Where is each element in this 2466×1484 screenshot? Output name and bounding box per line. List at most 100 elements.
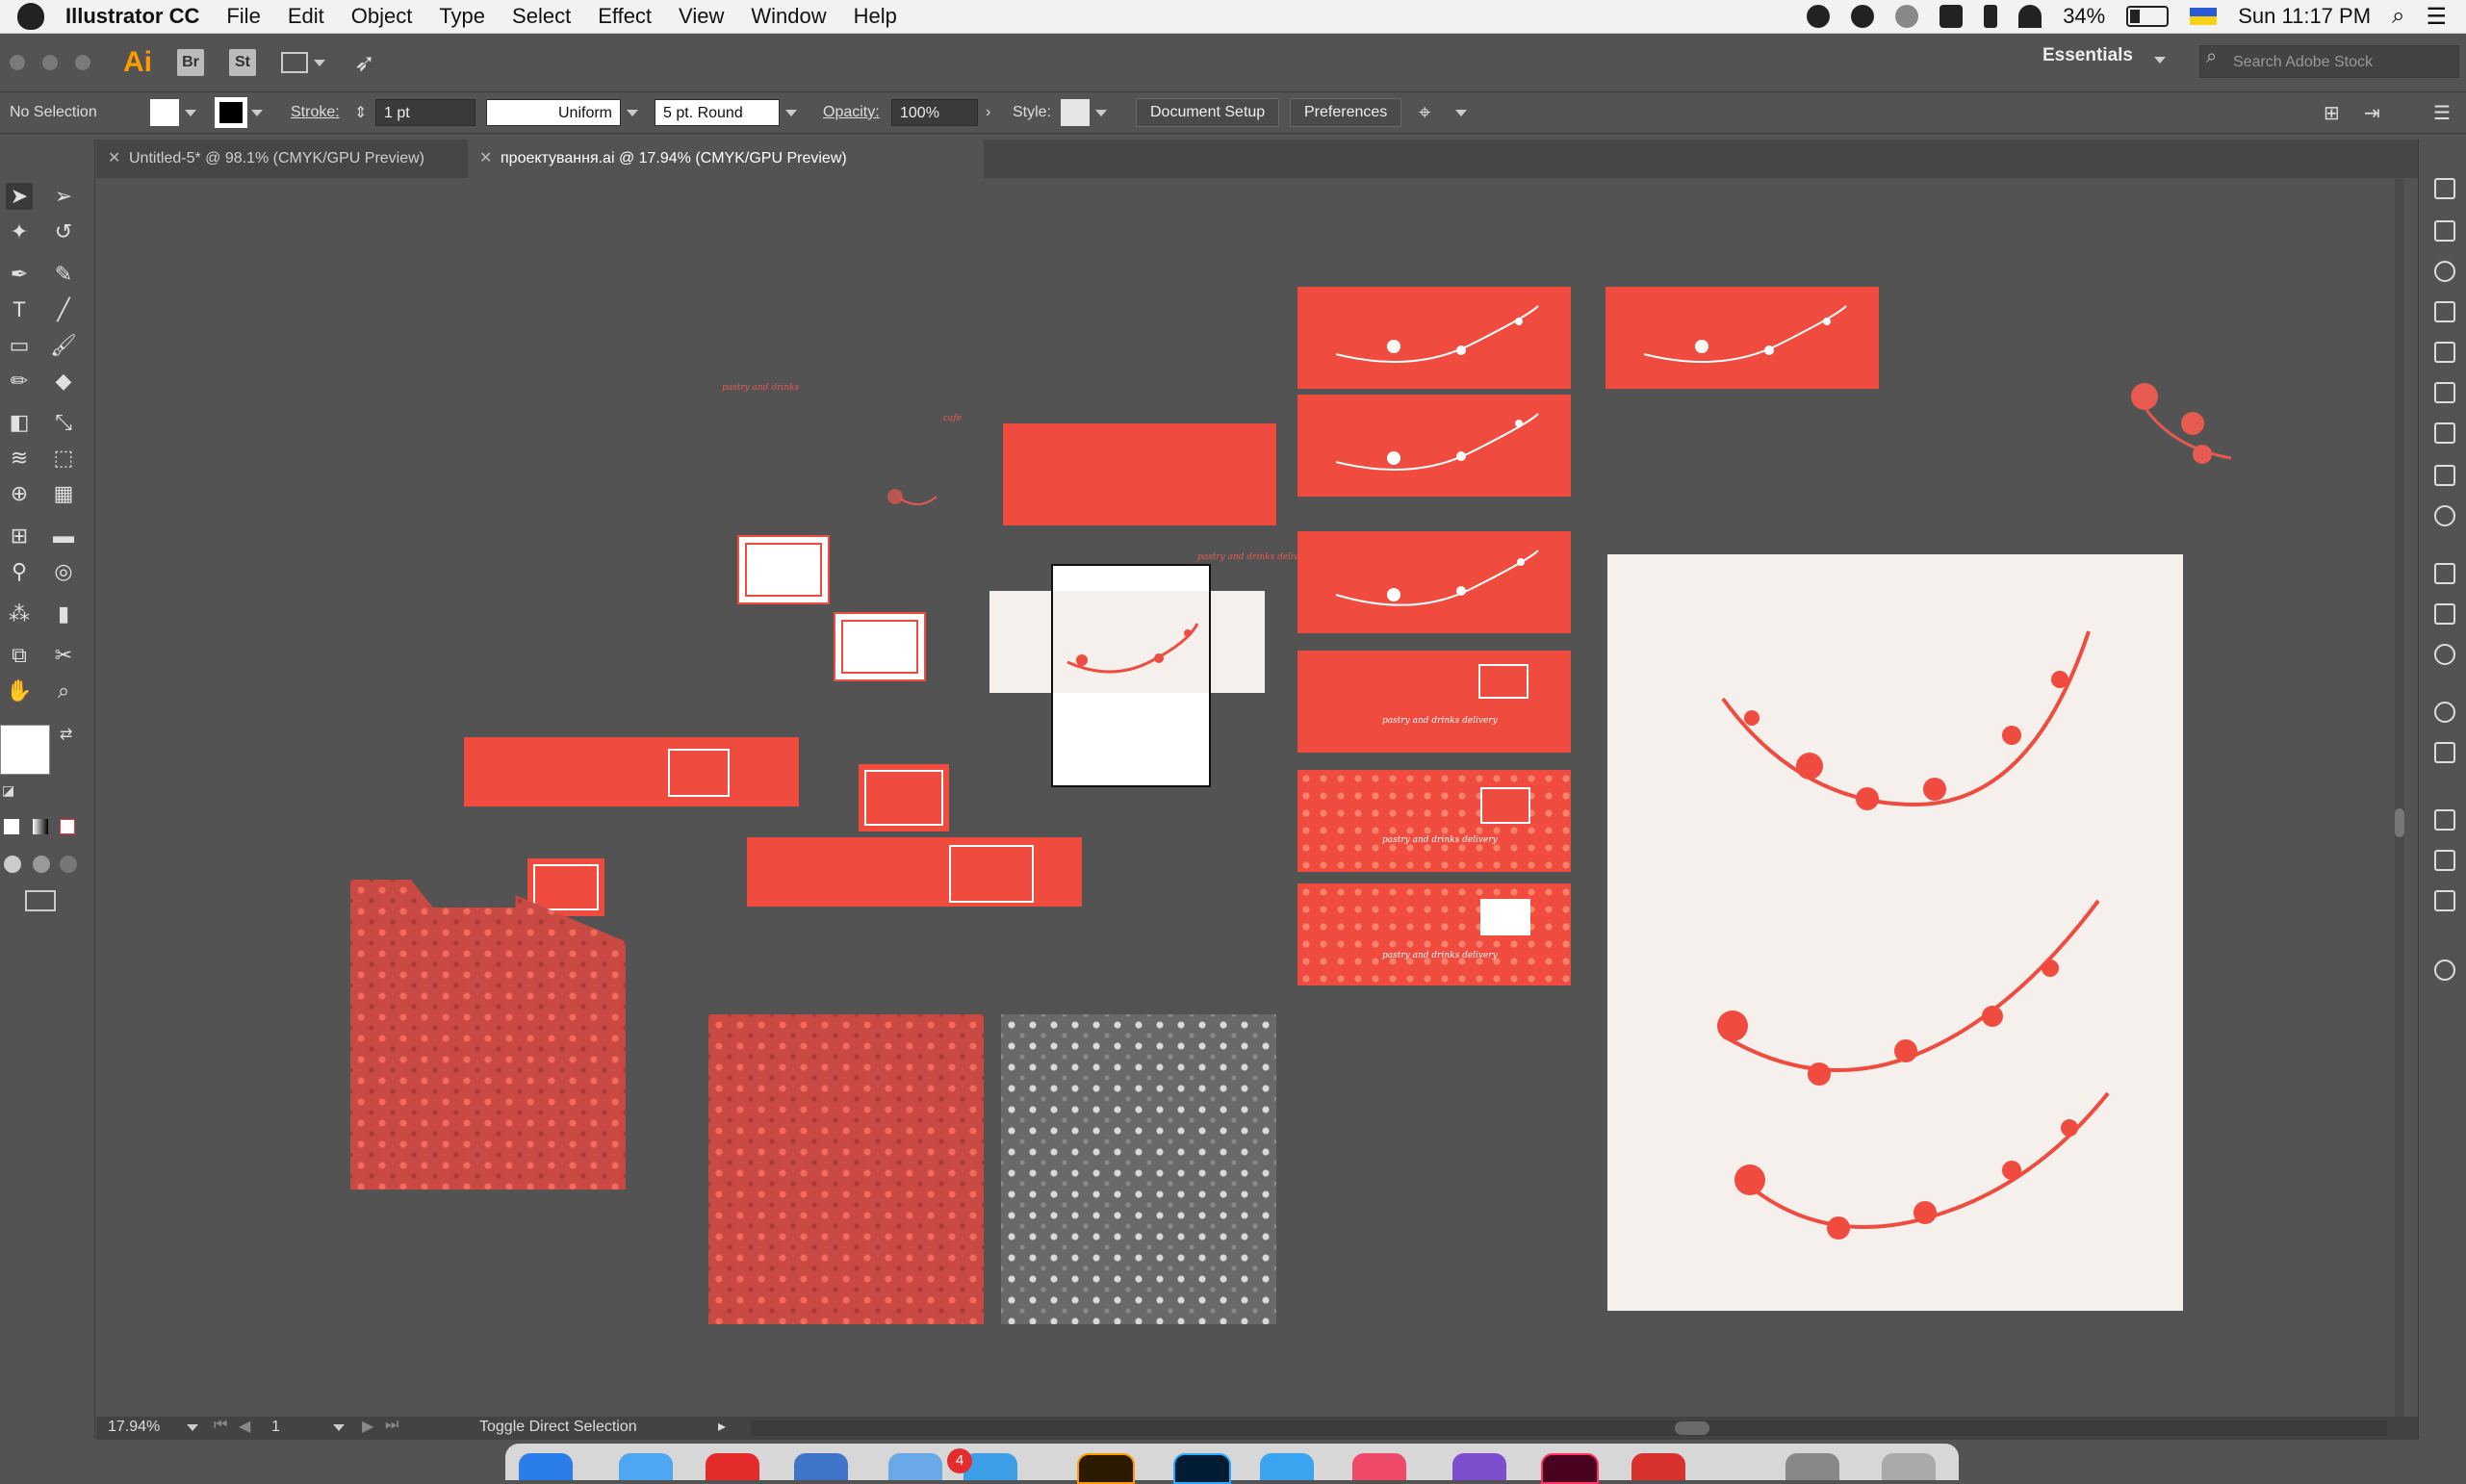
brushes-panel-icon[interactable] bbox=[2434, 465, 2455, 486]
transform-panel-icon[interactable] bbox=[2434, 301, 2455, 322]
type-tool-icon[interactable]: T bbox=[6, 296, 33, 323]
opacity-label[interactable]: Opacity: bbox=[823, 92, 880, 133]
vertical-scroll-thumb[interactable] bbox=[2395, 808, 2404, 837]
bluetooth-icon[interactable] bbox=[1984, 5, 1998, 28]
swatches-panel-icon[interactable] bbox=[2434, 422, 2455, 444]
scale-tool-icon[interactable]: ⤡ bbox=[50, 409, 77, 436]
slice-tool-icon[interactable]: ✂ bbox=[50, 642, 77, 669]
artboards-panel-icon[interactable] bbox=[2434, 890, 2455, 911]
poster-artboard[interactable] bbox=[1607, 554, 2183, 1311]
menu-file[interactable]: File bbox=[226, 4, 260, 29]
illustrator-dock-icon[interactable] bbox=[1077, 1453, 1135, 1484]
twitter-dock-icon[interactable] bbox=[1260, 1453, 1314, 1480]
flower-illustration[interactable] bbox=[2118, 371, 2243, 477]
opacity-field[interactable]: 100% bbox=[891, 99, 978, 126]
menu-object[interactable]: Object bbox=[351, 4, 413, 29]
brush-definition[interactable]: 5 pt. Round bbox=[655, 99, 780, 126]
align-options-icon[interactable]: ⊞ bbox=[2324, 92, 2340, 133]
symbol-sprayer-tool-icon[interactable]: ⁂ bbox=[6, 601, 33, 627]
asset-export-icon[interactable] bbox=[2434, 742, 2455, 763]
close-tab-icon[interactable]: ✕ bbox=[108, 140, 120, 178]
document-setup-button[interactable]: Document Setup bbox=[1136, 98, 1280, 127]
magic-wand-tool-icon[interactable]: ✦ bbox=[6, 218, 33, 245]
artboard-tool-icon[interactable]: ⧉ bbox=[6, 642, 33, 669]
menu-type[interactable]: Type bbox=[439, 4, 485, 29]
opacity-arrow-icon[interactable]: › bbox=[986, 92, 990, 133]
fill-color-swatch[interactable] bbox=[150, 99, 179, 126]
zoom-caret-icon[interactable] bbox=[187, 1424, 198, 1431]
stroke-caret-icon[interactable] bbox=[251, 109, 263, 116]
style-caret-icon[interactable] bbox=[1095, 109, 1107, 116]
mesh-tool-icon[interactable]: ⊞ bbox=[6, 523, 33, 550]
change-screen-mode-icon[interactable] bbox=[25, 890, 56, 911]
banner-pattern-2[interactable]: pastry and drinks delivery bbox=[1297, 883, 1571, 985]
stock-button[interactable]: St bbox=[229, 49, 256, 76]
pathfinder-panel-icon[interactable] bbox=[2434, 382, 2455, 403]
next-artboard-icon[interactable]: ▶ bbox=[362, 1417, 373, 1436]
banner-flowers-3[interactable] bbox=[1297, 395, 1571, 497]
stroke-weight-field[interactable]: 1 pt bbox=[375, 99, 475, 126]
vertical-scrollbar[interactable] bbox=[2395, 179, 2404, 1417]
horizontal-scrollbar[interactable] bbox=[751, 1420, 2387, 1436]
business-card-1[interactable] bbox=[737, 535, 830, 604]
arrange-documents-caret-icon[interactable] bbox=[314, 59, 325, 66]
window-minimize-button[interactable] bbox=[42, 55, 58, 70]
finder-dock-icon[interactable] bbox=[519, 1453, 573, 1480]
appearance-panel-icon[interactable] bbox=[2434, 261, 2455, 282]
artboard-caret-icon[interactable] bbox=[333, 1424, 345, 1431]
color-mode-icon[interactable] bbox=[4, 819, 19, 834]
trash-dock-icon[interactable] bbox=[1882, 1453, 1936, 1480]
battery-icon[interactable] bbox=[2126, 6, 2170, 27]
export-icon[interactable] bbox=[2434, 809, 2455, 831]
banner-flowers-4[interactable] bbox=[1297, 531, 1571, 633]
align-panel-icon[interactable] bbox=[2434, 342, 2455, 363]
red-banner-blank[interactable] bbox=[1003, 423, 1276, 525]
panel-menu-icon[interactable]: ☰ bbox=[2433, 92, 2451, 133]
brush-caret-icon[interactable] bbox=[785, 109, 797, 116]
messages-dock-icon[interactable] bbox=[888, 1453, 942, 1480]
box-dieline-right-flap[interactable] bbox=[1211, 591, 1265, 693]
free-transform-tool-icon[interactable]: ⬚ bbox=[50, 445, 77, 472]
menu-select[interactable]: Select bbox=[512, 4, 571, 29]
stroke-panel-icon[interactable] bbox=[2434, 563, 2455, 584]
safari-dock-icon[interactable] bbox=[619, 1453, 673, 1480]
creative-cloud-icon[interactable] bbox=[1895, 5, 1919, 28]
draw-inside-icon[interactable] bbox=[60, 856, 77, 873]
prev-artboard-icon[interactable]: ◀ bbox=[239, 1417, 250, 1436]
lasso-tool-icon[interactable]: ↺ bbox=[50, 218, 77, 245]
spotlight-search-icon[interactable]: ⌕ bbox=[2392, 3, 2404, 30]
downloads-dock-icon[interactable] bbox=[1785, 1453, 1839, 1480]
horizontal-scroll-thumb[interactable] bbox=[1675, 1421, 1709, 1435]
profile-caret-icon[interactable] bbox=[627, 109, 638, 116]
wifi-icon[interactable] bbox=[2018, 5, 2042, 28]
swap-fill-stroke-icon[interactable]: ⇄ bbox=[60, 725, 72, 744]
artboard-canvas[interactable]: pastry and drinks cafe pastry and drinks… bbox=[96, 179, 2404, 1417]
reflect-tool-icon[interactable]: ◧ bbox=[6, 409, 33, 436]
zoom-level-field[interactable]: 17.94% bbox=[108, 1419, 160, 1436]
red-square-logo-1[interactable] bbox=[859, 764, 949, 832]
column-graph-tool-icon[interactable]: ▮ bbox=[50, 601, 77, 627]
fill-swatch[interactable] bbox=[0, 725, 50, 775]
curvature-tool-icon[interactable]: ✎ bbox=[50, 261, 77, 288]
eyedropper-tool-icon[interactable]: ⚲ bbox=[6, 558, 33, 585]
select-similar-caret-icon[interactable] bbox=[1455, 109, 1467, 116]
status-menu-arrow-icon[interactable]: ▸ bbox=[718, 1417, 726, 1436]
color-panel-icon[interactable] bbox=[2434, 178, 2455, 199]
adobe-stock-search-input[interactable]: Search Adobe Stock bbox=[2199, 45, 2459, 78]
pattern-tile-white[interactable] bbox=[1001, 1014, 1276, 1324]
arrange-documents-icon[interactable] bbox=[281, 52, 308, 73]
width-tool-icon[interactable]: ≋ bbox=[6, 445, 33, 472]
variable-width-profile[interactable]: Uniform bbox=[486, 99, 621, 126]
eraser-tool-icon[interactable]: ◆ bbox=[50, 368, 77, 395]
libraries-panel-icon[interactable] bbox=[2434, 959, 2455, 981]
first-artboard-icon[interactable]: ⏮ bbox=[214, 1417, 227, 1434]
direct-selection-tool-icon[interactable]: ➢ bbox=[50, 183, 77, 210]
menu-edit[interactable]: Edit bbox=[288, 4, 324, 29]
photoshop-dock-icon[interactable] bbox=[1173, 1453, 1231, 1484]
last-artboard-icon[interactable]: ⏭ bbox=[385, 1417, 398, 1434]
menu-effect[interactable]: Effect bbox=[598, 4, 652, 29]
gradient-tool-icon[interactable]: ▬ bbox=[50, 523, 77, 550]
tab-untitled-5[interactable]: ✕ Untitled-5* @ 98.1% (CMYK/GPU Preview) bbox=[96, 140, 466, 178]
malwarebytes-icon[interactable] bbox=[1939, 5, 1964, 28]
select-similar-icon[interactable]: ⌖ bbox=[1419, 92, 1430, 133]
